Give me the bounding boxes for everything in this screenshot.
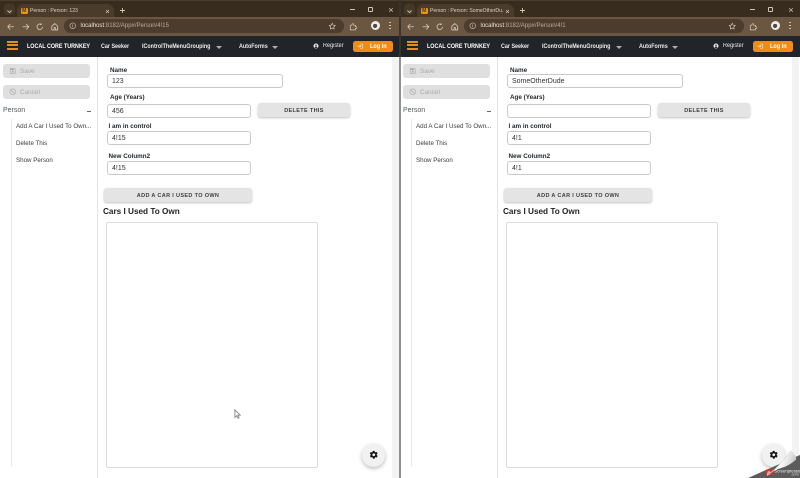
svg-text:.com: .com [791, 473, 799, 477]
